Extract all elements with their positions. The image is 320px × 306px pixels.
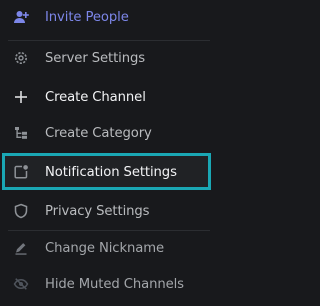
menu-item-change-nickname[interactable]: Change Nickname [0, 232, 218, 264]
plus-icon [13, 89, 29, 105]
notification-icon [13, 164, 29, 180]
menu-item-hide-muted-channels[interactable]: Hide Muted Channels [0, 268, 218, 300]
menu-item-server-settings[interactable]: Server Settings [0, 42, 218, 74]
menu-separator [8, 230, 210, 231]
menu-item-label: Invite People [45, 9, 129, 25]
shield-icon [13, 203, 29, 219]
server-context-menu: Invite People Server Settings Create Cha… [0, 0, 218, 306]
menu-item-label: Create Channel [45, 89, 146, 105]
menu-item-create-category[interactable]: Create Category [0, 117, 218, 149]
menu-item-label: Hide Muted Channels [45, 276, 184, 292]
person-add-icon [13, 9, 29, 25]
menu-item-notification-settings[interactable]: Notification Settings [0, 156, 218, 188]
menu-item-label: Notification Settings [45, 164, 177, 180]
menu-item-label: Create Category [45, 125, 152, 141]
menu-separator [8, 40, 210, 41]
pencil-icon [13, 240, 29, 256]
menu-item-label: Change Nickname [45, 240, 164, 256]
eye-off-icon [13, 276, 29, 292]
menu-item-invite-people[interactable]: Invite People [0, 1, 218, 33]
gear-icon [13, 50, 29, 66]
category-tree-icon [13, 125, 29, 141]
menu-item-label: Privacy Settings [45, 203, 150, 219]
menu-item-label: Server Settings [45, 50, 146, 66]
menu-item-privacy-settings[interactable]: Privacy Settings [0, 195, 218, 227]
menu-item-create-channel[interactable]: Create Channel [0, 81, 218, 113]
